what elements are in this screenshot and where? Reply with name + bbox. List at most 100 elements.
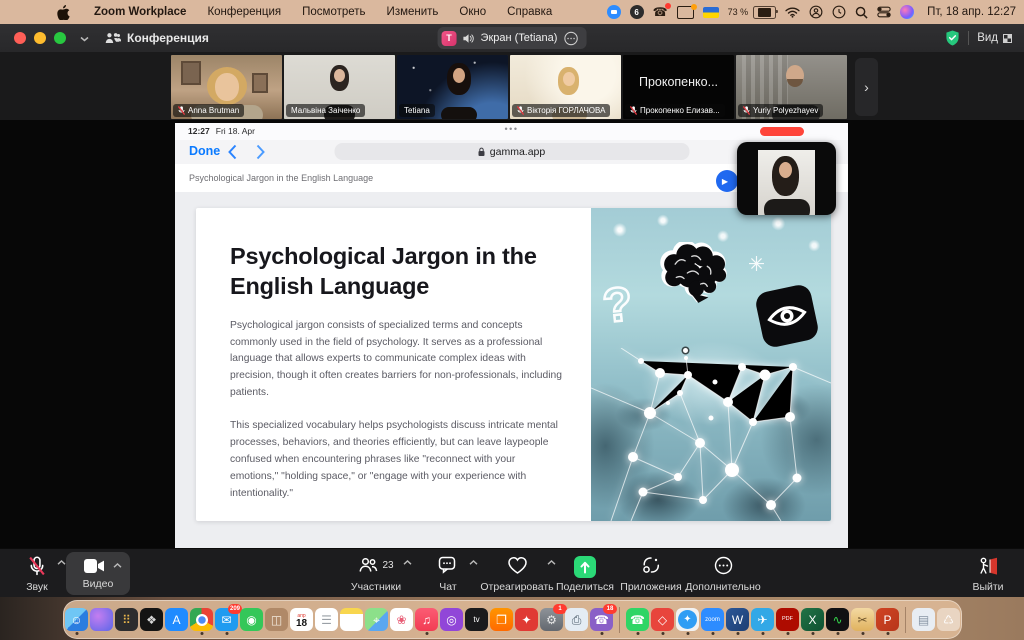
participant-tile[interactable]: Вікторія ГОРЛАЧОВА	[510, 55, 621, 119]
dock-icon-zoom[interactable]: zoom	[701, 608, 724, 631]
running-indicator	[736, 632, 739, 635]
dock-icon-trash[interactable]: ♺	[937, 608, 960, 631]
dock-icon-powerpoint[interactable]: P	[876, 608, 899, 631]
share-options-icon[interactable]	[563, 31, 578, 46]
apple-menu-icon[interactable]	[57, 5, 70, 20]
done-button[interactable]: Done	[189, 144, 220, 158]
participant-tile-camera-off[interactable]: Прокопенко... Прокопенко Елизав...	[623, 55, 734, 119]
participant-tile[interactable]: Tetiana	[397, 55, 508, 119]
present-play-button[interactable]: ▶	[716, 170, 738, 192]
forward-chevron-icon[interactable]	[255, 144, 266, 160]
dock-icon-safari[interactable]: ✦	[676, 608, 699, 631]
dock-icon-telegram[interactable]: ✈	[751, 608, 774, 631]
dock-icon-launchpad[interactable]: ⠿	[115, 608, 138, 631]
menu-zoom-workplace[interactable]: Zoom Workplace	[94, 6, 186, 18]
dock-icon-contacts[interactable]: ◫	[265, 608, 288, 631]
dock-icon-siri[interactable]	[90, 608, 113, 631]
running-indicator	[886, 632, 889, 635]
dock-icon-word[interactable]: W	[726, 608, 749, 631]
wifi-icon[interactable]	[785, 7, 800, 18]
dock-icon-books[interactable]: ❐	[490, 608, 513, 631]
dock-icon-apple-tv[interactable]: tv	[465, 608, 488, 631]
menu-conference[interactable]: Конференция	[207, 6, 281, 18]
desktop-bottom: ☺⠿❖A✉209◉◫18☰⌖❀♫◎tv❐✦⚙1⎙☎18☎◇✦zoomW✈PDFX…	[0, 597, 1024, 640]
screen-mirroring-icon[interactable]	[677, 6, 694, 19]
dock-icon-finder[interactable]: ☺	[65, 608, 88, 631]
participants-button[interactable]: 23 Участники	[338, 549, 414, 598]
dock-icon-screens-app[interactable]: ❖	[140, 608, 163, 631]
participant-name-pill: Прокопенко Елизав...	[625, 104, 725, 117]
dock-icon-minimized-window[interactable]: ▤	[912, 608, 935, 631]
menu-clock[interactable]: Пт, 18 апр. 12:27	[927, 6, 1016, 18]
dock-icon-unarchiver[interactable]: ✂	[851, 608, 874, 631]
dock-icon-maps[interactable]: ⌖	[365, 608, 388, 631]
leave-button[interactable]: Выйти	[962, 549, 1014, 598]
leave-door-icon	[978, 556, 999, 576]
dock-icon-facetime[interactable]: ◉	[240, 608, 263, 631]
dock-icon-viber[interactable]: ☎18	[590, 608, 613, 631]
react-button[interactable]: Отреагировать	[476, 549, 558, 598]
participant-name-pill: Мальвіна Заіченко	[286, 104, 365, 117]
shared-screen: 12:27Fri 18. Apr ••• Done gamma.app Psyc…	[175, 123, 848, 548]
dock-icon-notes[interactable]	[340, 608, 363, 631]
dock-icon-chrome[interactable]	[190, 608, 213, 631]
dock-icon-whatsapp[interactable]: ☎	[626, 608, 649, 631]
participant-tile[interactable]: Anna Brutman	[171, 55, 282, 119]
siri-icon[interactable]	[900, 5, 914, 19]
dock-icon-app-store[interactable]: A	[165, 608, 188, 631]
zoom-status-icon[interactable]	[607, 5, 621, 19]
dock-icon-photos[interactable]: ❀	[390, 608, 413, 631]
address-bar[interactable]: gamma.app	[334, 143, 689, 160]
security-shield-icon[interactable]	[945, 30, 960, 46]
zoom-toolbar: Звук Видео 23 Участники Чат	[0, 548, 1024, 598]
heart-icon	[507, 556, 528, 575]
collapse-chevron-icon[interactable]	[80, 29, 89, 47]
running-indicator	[786, 632, 789, 635]
active-share-pill[interactable]: T Экран (Tetiana)	[438, 27, 587, 49]
dock-icon-calendar[interactable]: 18	[290, 608, 313, 631]
viber-status-icon[interactable]: ☎	[653, 5, 668, 20]
menu-edit[interactable]: Изменить	[387, 6, 439, 18]
view-button[interactable]: Вид	[977, 32, 1012, 44]
dock-icon-activity-monitor[interactable]: ∿	[826, 608, 849, 631]
participants-scroll-right-button[interactable]: ›	[855, 58, 878, 116]
menu-window[interactable]: Окно	[459, 6, 486, 18]
share-screen-button[interactable]: Поделиться	[553, 549, 617, 598]
slide-title: Psychological Jargon in the English Lang…	[230, 242, 564, 302]
dock-icon-podcasts[interactable]: ◎	[440, 608, 463, 631]
control-center-icon[interactable]	[877, 6, 891, 18]
menu-help[interactable]: Справка	[507, 6, 552, 18]
chat-button[interactable]: Чат	[424, 549, 472, 598]
user-circle-icon[interactable]	[809, 5, 823, 19]
dock-icon-printer[interactable]: ⎙	[565, 608, 588, 631]
apps-button[interactable]: Приложения	[617, 549, 685, 598]
menu-view[interactable]: Посмотреть	[302, 6, 365, 18]
video-button[interactable]: Видео	[66, 552, 130, 595]
minimize-window-button[interactable]	[34, 32, 46, 44]
more-button[interactable]: Дополнительно	[681, 549, 765, 598]
audio-button[interactable]: Звук	[12, 549, 62, 598]
dock-icon-excel[interactable]: X	[801, 608, 824, 631]
circle-6-status-icon[interactable]: 6	[630, 5, 644, 19]
dock-icon-music[interactable]: ♫	[415, 608, 438, 631]
participant-tile[interactable]: Yuriy Polyezhayev	[736, 55, 847, 119]
camera-pip-overlay[interactable]	[737, 142, 836, 215]
participants-caret[interactable]	[403, 560, 412, 565]
dock-icon-red-diamond-app[interactable]: ◇	[651, 608, 674, 631]
spotlight-search-icon[interactable]	[855, 6, 868, 19]
participant-tile-active-speaker[interactable]: Мальвіна Заіченко	[284, 55, 395, 119]
recent-items-icon[interactable]	[832, 5, 846, 19]
ukraine-flag-keyboard-icon[interactable]	[703, 7, 719, 18]
video-options-caret[interactable]	[113, 563, 122, 568]
zoom-window-button[interactable]	[54, 32, 66, 44]
dock-icon-red-media-app[interactable]: ✦	[515, 608, 538, 631]
back-chevron-icon[interactable]	[227, 144, 238, 160]
dock-icon-mail[interactable]: ✉209	[215, 608, 238, 631]
dock: ☺⠿❖A✉209◉◫18☰⌖❀♫◎tv❐✦⚙1⎙☎18☎◇✦zoomW✈PDFX…	[63, 600, 962, 639]
running-indicator	[761, 632, 764, 635]
dock-icon-settings[interactable]: ⚙1	[540, 608, 563, 631]
battery-icon[interactable]	[753, 6, 776, 19]
dock-icon-acrobat[interactable]: PDF	[776, 608, 799, 631]
close-window-button[interactable]	[14, 32, 26, 44]
dock-icon-reminders[interactable]: ☰	[315, 608, 338, 631]
